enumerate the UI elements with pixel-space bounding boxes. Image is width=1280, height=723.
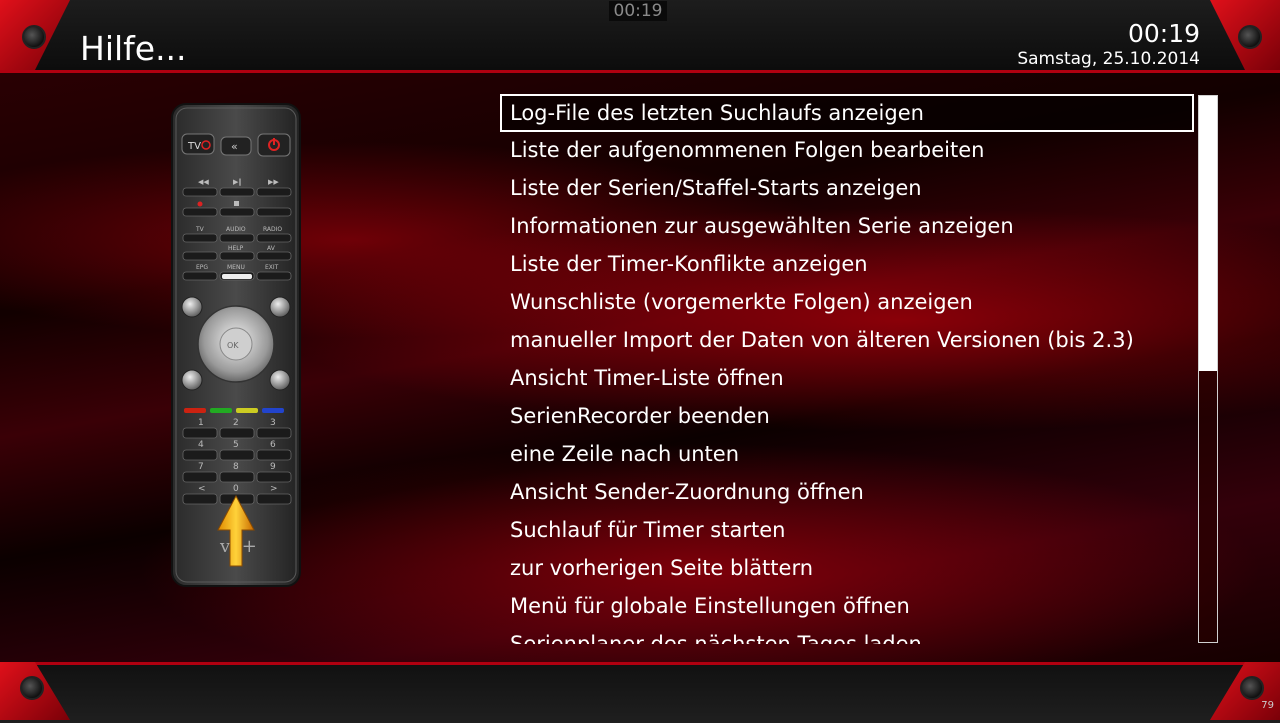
help-list[interactable]: Log-File des letzten Suchlaufs anzeigen L… (500, 94, 1194, 644)
help-list-item[interactable]: Liste der Timer-Konflikte anzeigen (500, 246, 1194, 284)
svg-text:9: 9 (270, 462, 276, 472)
svg-text:5: 5 (233, 440, 239, 450)
help-list-item[interactable]: SerienRecorder beenden (500, 398, 1194, 436)
screw-icon (20, 676, 44, 700)
date: Samstag, 25.10.2014 (1017, 49, 1200, 69)
svg-text:▶‖: ▶‖ (233, 178, 242, 186)
help-list-item[interactable]: eine Zeile nach unten (500, 436, 1194, 474)
svg-text:«: « (231, 140, 238, 153)
svg-text:2: 2 (233, 418, 239, 428)
scrollbar-thumb[interactable] (1199, 96, 1217, 371)
svg-text:7: 7 (198, 462, 204, 472)
svg-text:>: > (270, 484, 278, 494)
svg-text:3: 3 (270, 418, 276, 428)
help-list-item[interactable]: manueller Import der Daten von älteren V… (500, 322, 1194, 360)
svg-text:4: 4 (198, 440, 204, 450)
bottom-bar (0, 662, 1280, 723)
svg-text:6: 6 (270, 440, 276, 450)
help-list-item[interactable]: Informationen zur ausgewählten Serie anz… (500, 208, 1194, 246)
page-number: 79 (1261, 700, 1274, 711)
help-list-item[interactable]: Wunschliste (vorgemerkte Folgen) anzeige… (500, 284, 1194, 322)
svg-text:8: 8 (233, 462, 239, 472)
svg-text:AV: AV (267, 245, 276, 252)
svg-text:AUDIO: AUDIO (226, 226, 246, 233)
svg-text:OK: OK (227, 341, 239, 350)
page-title: Hilfe... (80, 29, 187, 68)
svg-text:0: 0 (233, 484, 239, 494)
scrollbar[interactable] (1198, 95, 1218, 643)
tv-button-label: TV (187, 141, 201, 152)
svg-text:HELP: HELP (228, 245, 244, 252)
screw-icon (1238, 25, 1262, 49)
svg-text:MENU: MENU (227, 264, 245, 271)
help-list-item[interactable]: Ansicht Sender-Zuordnung öffnen (500, 474, 1194, 512)
svg-text:▶▶: ▶▶ (268, 178, 279, 186)
svg-text:<: < (198, 484, 206, 494)
clock: 00:19 (1127, 19, 1200, 48)
help-list-item[interactable]: zur vorherigen Seite blättern (500, 550, 1194, 588)
help-list-item[interactable]: Serienplaner des nächsten Tages laden (500, 626, 1194, 644)
remote-control-image: TV « ◀◀ ▶‖ ▶▶ TV AUDIO RADIO HELP AV EPG… (170, 102, 302, 588)
svg-text:1: 1 (198, 418, 204, 428)
svg-text:EXIT: EXIT (265, 264, 279, 271)
help-list-item[interactable]: Menü für globale Einstellungen öffnen (500, 588, 1194, 626)
top-clock: 00:19 (609, 1, 667, 21)
svg-text:TV: TV (195, 226, 205, 233)
help-list-item[interactable]: Liste der aufgenommenen Folgen bearbeite… (500, 132, 1194, 170)
help-list-item[interactable]: Liste der Serien/Staffel-Starts anzeigen (500, 170, 1194, 208)
svg-text:◀◀: ◀◀ (198, 178, 209, 186)
help-list-item[interactable]: Suchlauf für Timer starten (500, 512, 1194, 550)
screw-icon (22, 25, 46, 49)
help-list-item[interactable]: Log-File des letzten Suchlaufs anzeigen (500, 94, 1194, 132)
remote-control-icon: TV « ◀◀ ▶‖ ▶▶ TV AUDIO RADIO HELP AV EPG… (171, 103, 301, 587)
svg-text:EPG: EPG (196, 264, 208, 271)
svg-text:RADIO: RADIO (263, 226, 282, 233)
screw-icon (1240, 676, 1264, 700)
help-list-item[interactable]: Ansicht Timer-Liste öffnen (500, 360, 1194, 398)
